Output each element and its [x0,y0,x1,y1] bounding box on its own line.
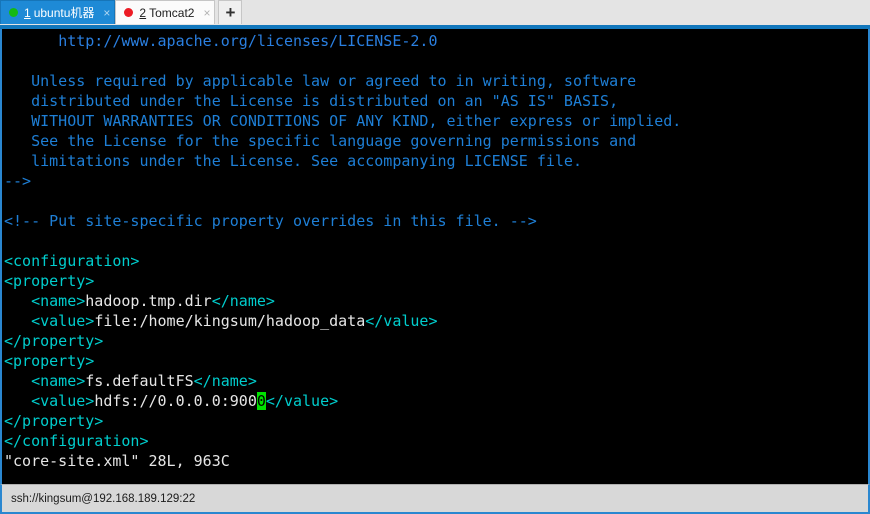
terminal-line: <configuration> [4,251,868,271]
terminal-line: <value>file:/home/kingsum/hadoop_data</v… [4,311,868,331]
terminal-line: distributed under the License is distrib… [4,91,868,111]
terminal-text-span: <property> [4,272,95,290]
terminal-line: limitations under the License. See accom… [4,151,868,171]
close-icon[interactable]: × [203,7,210,19]
terminal-line: <!-- Put site-specific property override… [4,211,868,231]
new-tab-button[interactable]: + [218,0,243,24]
tab-index-1: 1 [24,5,31,20]
terminal-text-span: limitations under the License. See accom… [31,152,582,170]
terminal-text-span: <value> [31,392,95,410]
terminal-text-span: </value> [365,312,438,330]
close-icon[interactable]: × [103,7,110,19]
tab-index-2: 2 [139,5,147,20]
terminal-text-span: --> [4,172,32,190]
terminal-text-span: file:/home/kingsum/hadoop_data [94,312,366,330]
terminal-text-span: <configuration> [4,252,140,270]
terminal-text-span: <!-- Put site-specific property override… [4,212,537,230]
terminal-text-span: </name> [193,372,257,390]
terminal-text-span: hadoop.tmp.dir [85,292,212,310]
terminal-text-span: </property> [4,332,104,350]
terminal-text-span: See the License for the specific languag… [31,132,637,150]
terminal-output[interactable]: http://www.apache.org/licenses/LICENSE-2… [2,29,868,484]
tab-label-1: ubuntu机器 [33,6,95,20]
terminal-line: <property> [4,271,868,291]
red-status-dot [124,8,134,17]
terminal-line: <name>fs.defaultFS</name> [4,371,868,391]
terminal-text-span: <name> [31,292,86,310]
terminal-text-span: hdfs://0.0.0.0:900 [94,392,257,410]
terminal-text-span: <name> [31,372,86,390]
terminal-text-span: </value> [265,392,339,410]
terminal-text-span: fs.defaultFS [85,372,194,390]
terminal-line: Unless required by applicable law or agr… [4,71,868,91]
terminal-text-span: <property> [4,352,95,370]
terminal-text-span: </property> [4,412,104,430]
terminal-text-span: </configuration> [4,432,149,450]
tab-bar: 1 ubuntu机器 × 2 Tomcat2 × + [0,0,870,25]
terminal-text-span: <value> [31,312,95,330]
terminal-app-window: 1 ubuntu机器 × 2 Tomcat2 × + http://www.ap… [0,0,870,514]
terminal-line: </property> [4,411,868,431]
terminal-text-span: WITHOUT WARRANTIES OR CONDITIONS OF ANY … [31,112,682,130]
tab-ubuntu-machine[interactable]: 1 ubuntu机器 × [0,0,116,24]
terminal-line: http://www.apache.org/licenses/LICENSE-2… [4,31,868,51]
terminal-text-span: http://www.apache.org/licenses/LICENSE-2… [58,32,438,50]
terminal-line: WITHOUT WARRANTIES OR CONDITIONS OF ANY … [4,111,868,131]
tab-tomcat2[interactable]: 2 Tomcat2 × [115,0,216,24]
terminal-line: </property> [4,331,868,351]
text-cursor: 0 [256,392,266,410]
terminal-text-span: "core-site.xml" 28L, 963C [4,452,230,470]
tab-label-2: Tomcat2 [149,5,195,20]
terminal-text-span: distributed under the License is distrib… [31,92,619,110]
terminal-line: <property> [4,351,868,371]
terminal-text-span: Unless required by applicable law or agr… [31,72,637,90]
terminal-line: See the License for the specific languag… [4,131,868,151]
terminal-frame: http://www.apache.org/licenses/LICENSE-2… [0,29,870,484]
ssh-connection-label: ssh://kingsum@192.168.189.129:22 [11,492,196,505]
terminal-line: <value>hdfs://0.0.0.0:9000</value> [4,391,868,411]
green-status-dot [9,8,18,17]
terminal-line: <name>hadoop.tmp.dir</name> [4,291,868,311]
terminal-text-span: </name> [211,292,275,310]
status-bar: ssh://kingsum@192.168.189.129:22 [0,484,870,514]
terminal-line: "core-site.xml" 28L, 963C [4,451,868,471]
terminal-line: </configuration> [4,431,868,451]
terminal-line: --> [4,171,868,191]
